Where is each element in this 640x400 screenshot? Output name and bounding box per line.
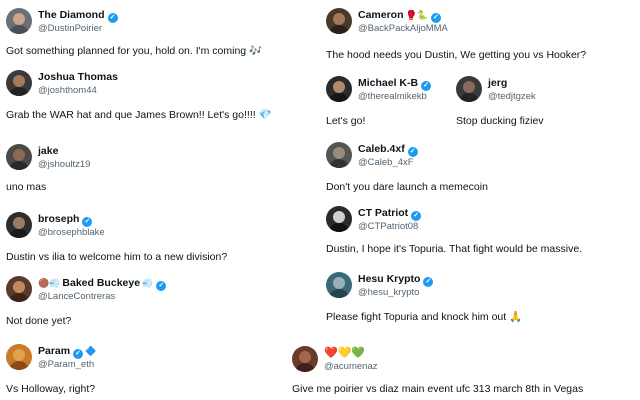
tweet-text: Please fight Topuria and knock him out 🙏 [326,311,523,323]
tweet-text: Got something planned for you, hold on. … [6,45,263,57]
avatar[interactable] [326,142,352,168]
tweet-text: uno mas [6,181,47,193]
avatar[interactable] [326,76,352,102]
tweet-text: The hood needs you Dustin, We getting yo… [326,49,587,61]
display-name[interactable]: The Diamond [38,9,105,21]
verified-badge-icon: ✓ [107,13,118,23]
hearts-emoji-icon: ❤️💛💚 [324,347,366,359]
tweet-text: Stop ducking fiziev [456,115,544,127]
avatar[interactable] [456,76,482,102]
display-name[interactable]: Baked Buckeye [62,277,140,289]
handle[interactable]: @acumenaz [324,360,377,373]
tweet-text: Not done yet? [6,315,72,327]
display-name[interactable]: jake [38,145,58,157]
display-name[interactable]: CT Patriot [358,207,408,219]
display-name[interactable]: Joshua Thomas [38,71,118,83]
handle[interactable]: @Param_eth [38,358,94,371]
avatar[interactable] [326,206,352,232]
suffix-emoji-icon: 🔷 [85,346,97,356]
avatar[interactable] [6,344,32,370]
display-name[interactable]: broseph [38,213,79,225]
display-name[interactable]: Hesu Krypto [358,273,420,285]
avatar[interactable] [326,8,352,34]
avatar[interactable] [6,276,32,302]
handle[interactable]: @LanceContreras [38,290,115,303]
avatar[interactable] [6,70,32,96]
tweet-text: Dustin vs ilia to welcome him to a new d… [6,251,228,263]
tweet-text: Dustin, I hope it's Topuria. That fight … [326,243,583,255]
handle[interactable]: @joshthom44 [38,84,97,97]
handle[interactable]: @BackPackAljoMMA [358,22,448,35]
tweet-text: Vs Holloway, right? [6,383,96,395]
handle[interactable]: @jshoultz19 [38,158,90,171]
avatar[interactable] [292,346,318,372]
suffix-emoji-icon: 🥊🐍 [405,10,428,20]
handle[interactable]: @tedjtgzek [488,90,536,103]
display-name[interactable]: jerg [488,77,507,89]
tweet-text: Don't you dare launch a memecoin [326,181,488,193]
tweet-text: Let's go! [326,115,366,127]
handle[interactable]: @Caleb_4xF [358,156,414,169]
handle[interactable]: @therealmikekb [358,90,427,103]
verified-badge-icon: ✓ [156,281,167,291]
verified-badge-icon: ✓ [423,277,434,287]
handle[interactable]: @DustinPoirier [38,22,102,35]
avatar[interactable] [6,144,32,170]
suffix-emoji-icon: 💨 [142,278,154,288]
handle[interactable]: @brosephblake [38,226,105,239]
tweet-text: Give me poirier vs diaz main event ufc 3… [292,383,584,395]
display-name[interactable]: Cameron [358,9,404,21]
avatar[interactable] [326,272,352,298]
display-name[interactable]: Param [38,345,70,357]
avatar[interactable] [6,8,32,34]
display-name[interactable]: Michael K-B [358,77,418,89]
prefix-emoji-icon: 🟤💨 [38,278,61,288]
tweet-text: Grab the WAR hat and que James Brown!! L… [6,109,272,121]
handle[interactable]: @CTPatriot08 [358,220,418,233]
display-name[interactable]: Caleb.4xf [358,143,405,155]
handle[interactable]: @hesu_krypto [358,286,419,299]
avatar[interactable] [6,212,32,238]
